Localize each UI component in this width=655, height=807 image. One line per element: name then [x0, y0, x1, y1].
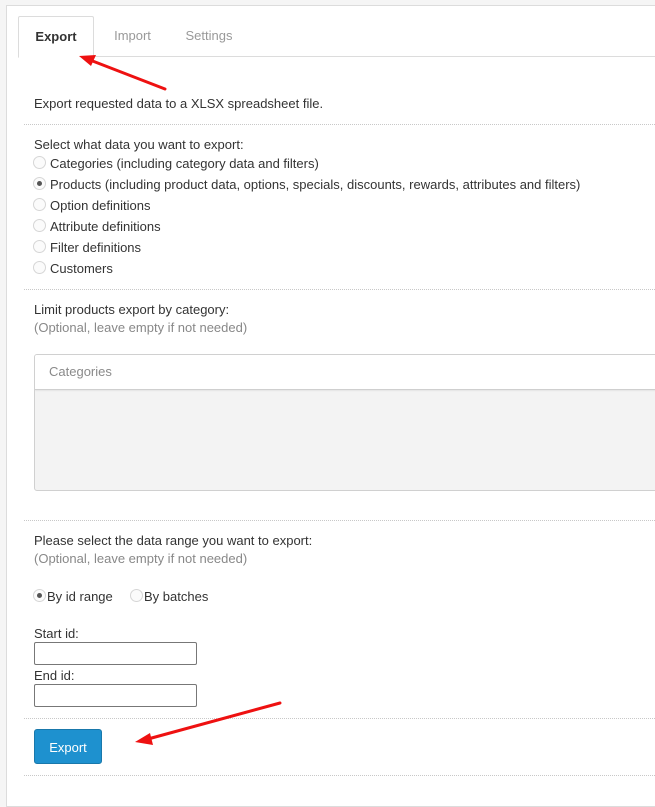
divider — [24, 775, 655, 776]
radio-by-batches[interactable]: By batches — [130, 587, 209, 607]
tab-export[interactable]: Export — [18, 16, 94, 58]
tab-bar: Export Import Settings — [18, 16, 655, 58]
radio-button-checked[interactable] — [33, 177, 46, 190]
divider — [24, 124, 655, 125]
data-type-label: Select what data you want to export: — [34, 137, 244, 152]
radio-button[interactable] — [33, 240, 46, 253]
category-limit-hint: (Optional, leave empty if not needed) — [34, 320, 248, 335]
radio-label: Filter definitions — [50, 240, 142, 255]
start-id-input[interactable] — [34, 642, 197, 665]
tab-import[interactable]: Import — [110, 16, 155, 56]
range-label: Please select the data range you want to… — [34, 533, 313, 548]
radio-label: Option definitions — [50, 198, 151, 213]
tab-settings[interactable]: Settings — [184, 16, 234, 56]
radio-label: By id range — [47, 589, 113, 604]
radio-products[interactable]: Products (including product data, option… — [33, 175, 581, 195]
radio-categories[interactable]: Categories (including category data and … — [33, 154, 319, 174]
radio-label: Products (including product data, option… — [50, 177, 581, 192]
radio-button-checked[interactable] — [33, 589, 46, 602]
categories-input[interactable]: Categories — [35, 355, 655, 390]
export-intro-text: Export requested data to a XLSX spreadsh… — [34, 96, 324, 111]
radio-label: By batches — [144, 589, 209, 604]
end-id-input[interactable] — [34, 684, 197, 707]
divider — [24, 520, 655, 521]
radio-label: Categories (including category data and … — [50, 156, 319, 171]
radio-button[interactable] — [33, 156, 46, 169]
radio-by-id-range[interactable]: By id range — [33, 587, 113, 607]
radio-button[interactable] — [33, 198, 46, 211]
radio-filter-definitions[interactable]: Filter definitions — [33, 238, 142, 258]
radio-button[interactable] — [33, 261, 46, 274]
radio-button[interactable] — [130, 589, 143, 602]
radio-label: Customers — [50, 261, 113, 276]
category-selector: Categories — [34, 354, 655, 491]
radio-label: Attribute definitions — [50, 219, 161, 234]
radio-customers[interactable]: Customers — [33, 259, 113, 279]
category-limit-label: Limit products export by category: — [34, 302, 230, 317]
radio-attribute-definitions[interactable]: Attribute definitions — [33, 217, 161, 237]
radio-option-definitions[interactable]: Option definitions — [33, 196, 151, 216]
divider — [24, 289, 655, 290]
radio-button[interactable] — [33, 219, 46, 232]
range-hint: (Optional, leave empty if not needed) — [34, 551, 248, 566]
end-id-label: End id: — [34, 668, 75, 683]
start-id-label: Start id: — [34, 626, 79, 641]
divider — [24, 718, 655, 719]
export-button[interactable]: Export — [34, 729, 102, 764]
